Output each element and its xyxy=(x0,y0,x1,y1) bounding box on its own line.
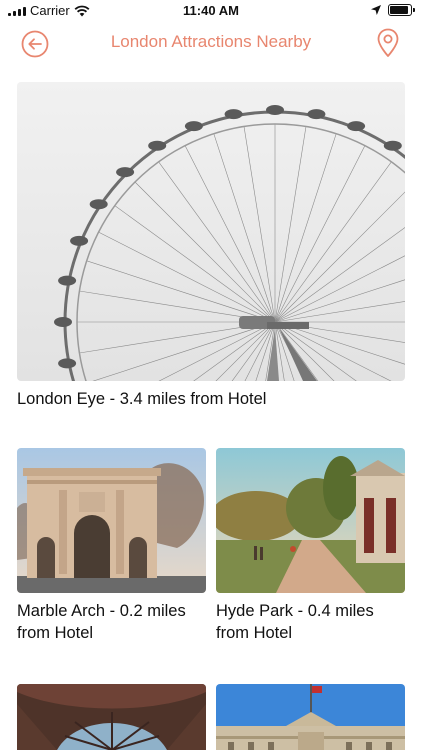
location-arrow-icon xyxy=(371,5,381,15)
status-time: 11:40 AM xyxy=(183,3,239,18)
marble-arch-caption: Marble Arch - 0.2 miles from Hotel xyxy=(17,602,186,642)
london-eye-photo[interactable] xyxy=(17,82,405,381)
hyde-park-photo[interactable] xyxy=(216,448,405,593)
attraction-photo-5[interactable] xyxy=(216,684,405,750)
page-title: London Attractions Nearby xyxy=(110,32,312,51)
navigation-bar: London Attractions Nearby xyxy=(0,22,422,66)
attraction-photo-4[interactable] xyxy=(17,684,206,750)
london-eye-caption: London Eye - 3.4 miles from Hotel xyxy=(17,390,267,408)
status-bar: Carrier 11:40 AM xyxy=(0,0,422,22)
map-pin-icon[interactable] xyxy=(376,28,400,58)
status-bar-right xyxy=(371,4,415,16)
marble-arch-photo[interactable] xyxy=(17,448,206,593)
battery-level xyxy=(390,6,408,14)
hyde-park-caption: Hyde Park - 0.4 miles from Hotel xyxy=(216,602,374,642)
battery-icon xyxy=(388,4,415,16)
